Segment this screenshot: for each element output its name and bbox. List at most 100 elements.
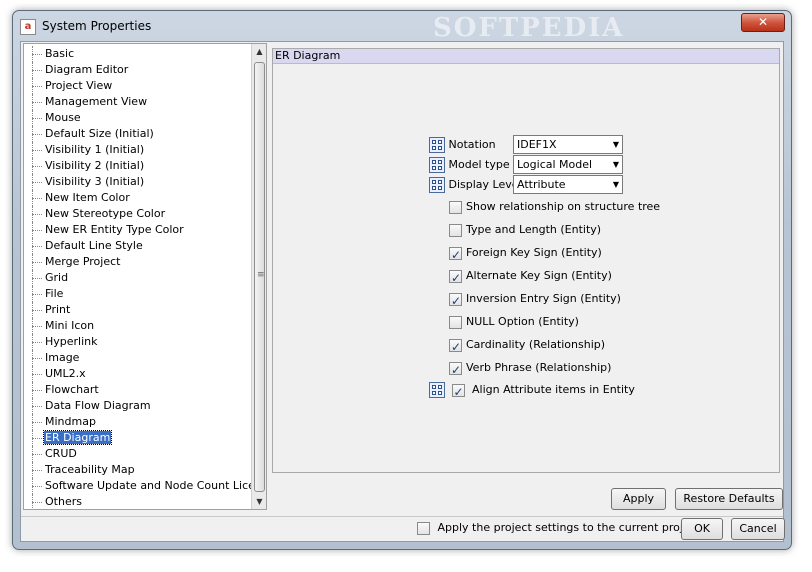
ok-button[interactable]: OK xyxy=(681,518,723,540)
option-checkbox[interactable] xyxy=(449,223,462,237)
tree-item[interactable]: Image xyxy=(24,350,252,366)
tree-item-label: New Stereotype Color xyxy=(45,207,166,220)
tree-item-label: Others xyxy=(45,495,82,508)
restore-defaults-button[interactable]: Restore Defaults xyxy=(675,488,783,510)
tree-item[interactable]: ER Diagram xyxy=(24,430,252,446)
option-label: Type and Length (Entity) xyxy=(466,223,602,236)
tree-item[interactable]: New Stereotype Color xyxy=(24,206,252,222)
option-checkbox[interactable] xyxy=(449,291,462,311)
tree-item-label: Hyperlink xyxy=(45,335,98,348)
tree-item-label: New ER Entity Type Color xyxy=(45,223,184,236)
tree-item[interactable]: Flowchart xyxy=(24,382,252,398)
tree-item[interactable]: Visibility 1 (Initial) xyxy=(24,142,252,158)
notation-select[interactable]: IDEF1X ▼ xyxy=(513,135,623,154)
align-label: Align Attribute items in Entity xyxy=(472,383,635,396)
tree-item-label: Mini Icon xyxy=(45,319,95,332)
tree-item[interactable]: UML2.x xyxy=(24,366,252,382)
panel-header: ER Diagram xyxy=(273,49,779,64)
tree-item[interactable]: Default Size (Initial) xyxy=(24,126,252,142)
tree-item-label: Print xyxy=(45,303,71,316)
tree-item[interactable]: File xyxy=(24,286,252,302)
tree-item[interactable]: Visibility 3 (Initial) xyxy=(24,174,252,190)
option-row: Foreign Key Sign (Entity) xyxy=(449,243,602,265)
apply-button[interactable]: Apply xyxy=(611,488,666,510)
settings-panel: ER Diagram Notation IDEF1X ▼ Model type L… xyxy=(272,48,780,473)
tree-item[interactable]: Mini Icon xyxy=(24,318,252,334)
option-label: Verb Phrase (Relationship) xyxy=(466,361,612,374)
tree-item[interactable]: Hyperlink xyxy=(24,334,252,350)
cancel-button[interactable]: Cancel xyxy=(731,518,785,540)
option-row: Type and Length (Entity) xyxy=(449,220,601,240)
model-type-select[interactable]: Logical Model ▼ xyxy=(513,155,623,174)
option-label: Alternate Key Sign (Entity) xyxy=(466,269,612,282)
display-level-select[interactable]: Attribute ▼ xyxy=(513,175,623,194)
project-settings-row: Apply the project settings to the curren… xyxy=(417,518,700,538)
option-row: Inversion Entry Sign (Entity) xyxy=(449,289,621,311)
category-tree-panel: Basic Diagram Editor Project View Managemen… xyxy=(23,43,267,510)
option-checkbox[interactable] xyxy=(449,337,462,357)
option-label: Foreign Key Sign (Entity) xyxy=(466,246,602,259)
option-checkbox[interactable] xyxy=(449,360,462,380)
tree-item-label: CRUD xyxy=(45,447,77,460)
title-bar[interactable]: a System Properties SOFTPEDIA ✕ xyxy=(13,11,791,43)
system-properties-window: a System Properties SOFTPEDIA ✕ Basic Dia… xyxy=(12,10,792,550)
scroll-thumb[interactable]: ≡ xyxy=(254,62,265,492)
category-tree: Basic Diagram Editor Project View Managemen… xyxy=(24,44,252,509)
tree-item-label: Default Line Style xyxy=(45,239,143,252)
chevron-down-icon: ▼ xyxy=(612,140,619,149)
tree-item[interactable]: Data Flow Diagram xyxy=(24,398,252,414)
tree-item-label: Project View xyxy=(45,79,113,92)
tree-item[interactable]: Mindmap xyxy=(24,414,252,430)
tree-item[interactable]: Mouse xyxy=(24,110,252,126)
notation-row: Notation IDEF1X ▼ xyxy=(429,135,629,155)
option-checkbox[interactable] xyxy=(449,200,462,214)
tree-scrollbar[interactable]: ▲ ≡ ▼ xyxy=(251,44,266,509)
option-row: Verb Phrase (Relationship) xyxy=(449,358,612,380)
tree-item[interactable]: Grid xyxy=(24,270,252,286)
option-checkbox[interactable] xyxy=(449,268,462,288)
tree-item[interactable]: Visibility 2 (Initial) xyxy=(24,158,252,174)
tree-item[interactable]: Default Line Style xyxy=(24,238,252,254)
tree-item[interactable]: Management View xyxy=(24,94,252,110)
scroll-up-icon[interactable]: ▲ xyxy=(252,44,267,59)
model-type-option-icon[interactable] xyxy=(429,157,445,173)
tree-item[interactable]: Others xyxy=(24,494,252,509)
notation-option-icon[interactable] xyxy=(429,137,445,153)
option-row: Alternate Key Sign (Entity) xyxy=(449,266,612,288)
tree-item[interactable]: New ER Entity Type Color xyxy=(24,222,252,238)
grip-icon: ≡ xyxy=(257,270,265,280)
tree-item[interactable]: CRUD xyxy=(24,446,252,462)
model-type-label: Model type xyxy=(448,158,510,171)
option-checkbox[interactable] xyxy=(449,315,462,329)
tree-item-label: Visibility 3 (Initial) xyxy=(45,175,145,188)
align-row: Align Attribute items in Entity xyxy=(429,380,669,402)
project-settings-checkbox[interactable] xyxy=(417,521,430,535)
notation-label: Notation xyxy=(448,138,496,151)
tree-item[interactable]: Software Update and Node Count License xyxy=(24,478,252,494)
display-level-option-icon[interactable] xyxy=(429,177,445,193)
tree-item-label: Merge Project xyxy=(45,255,121,268)
watermark: SOFTPEDIA xyxy=(433,13,625,43)
tree-item[interactable]: New Item Color xyxy=(24,190,252,206)
tree-item[interactable]: Basic xyxy=(24,46,252,62)
tree-item-label: Mouse xyxy=(45,111,81,124)
option-checkbox[interactable] xyxy=(449,245,462,265)
chevron-down-icon: ▼ xyxy=(612,180,619,189)
tree-item-label: Management View xyxy=(45,95,148,108)
tree-item-label: Visibility 2 (Initial) xyxy=(45,159,145,172)
close-button[interactable]: ✕ xyxy=(741,13,785,32)
align-option-icon[interactable] xyxy=(429,382,445,398)
window-title: System Properties xyxy=(42,19,152,33)
option-label: Show relationship on structure tree xyxy=(466,200,661,213)
tree-item-label: Software Update and Node Count License xyxy=(45,479,252,492)
align-checkbox[interactable] xyxy=(451,382,465,402)
tree-item-label: ER Diagram xyxy=(42,430,113,445)
tree-item[interactable]: Merge Project xyxy=(24,254,252,270)
option-row: NULL Option (Entity) xyxy=(449,312,579,332)
tree-item[interactable]: Traceability Map xyxy=(24,462,252,478)
tree-item[interactable]: Print xyxy=(24,302,252,318)
scroll-down-icon[interactable]: ▼ xyxy=(252,494,267,509)
option-label: Inversion Entry Sign (Entity) xyxy=(466,292,621,305)
tree-item[interactable]: Project View xyxy=(24,78,252,94)
tree-item[interactable]: Diagram Editor xyxy=(24,62,252,78)
